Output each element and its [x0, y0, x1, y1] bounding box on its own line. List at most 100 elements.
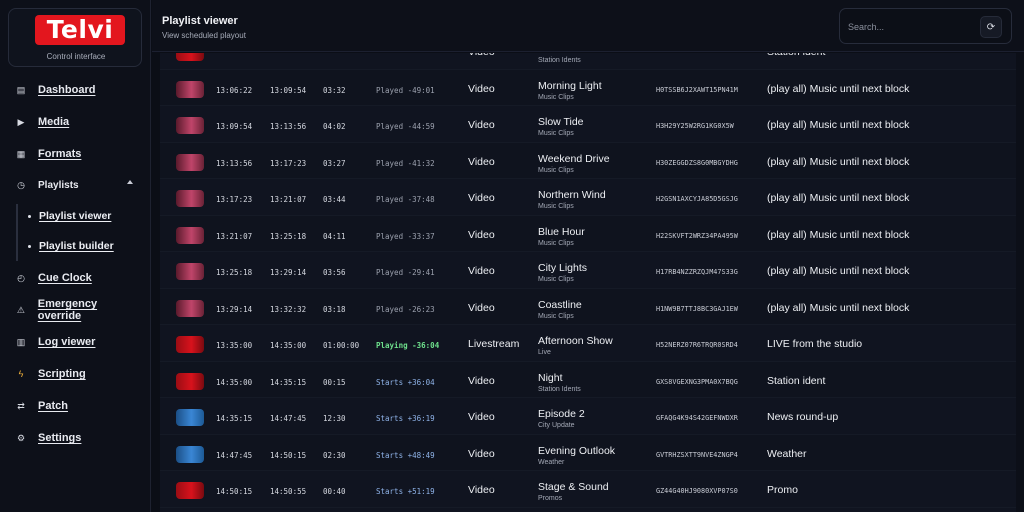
end-time: 13:09:54 — [270, 85, 307, 95]
playlist-row[interactable]: Video Riverside Station Idents Station i… — [160, 53, 1024, 70]
media-category: Music Clips — [538, 312, 574, 320]
thumbnail — [176, 190, 204, 207]
status: Played -37:48 — [376, 195, 435, 204]
media-type: Video — [468, 192, 495, 204]
playlist-row[interactable]: 13:35:00 14:35:00 01:00:00 Playing -36:0… — [160, 325, 1024, 362]
status: Played -41:32 — [376, 158, 435, 168]
bullet-icon — [28, 244, 31, 248]
media-title: Episode 2 — [538, 408, 585, 420]
description: Weather — [767, 447, 807, 460]
refresh-button[interactable]: ⟳ — [980, 16, 1002, 38]
sidebar-item-settings[interactable]: ⚙ Settings — [16, 428, 141, 448]
media-category: Music Clips — [538, 166, 574, 174]
media-category: Music Clips — [538, 276, 574, 283]
media-id: H52NERZ07R6TRQR0SRD4 — [656, 341, 738, 349]
scrollbar[interactable] — [1016, 53, 1024, 512]
log-icon: ▥ — [16, 336, 26, 347]
sidebar-item-media[interactable]: ▶ Media — [16, 112, 141, 132]
start-time: 14:50:15 — [216, 487, 253, 496]
media-id: H0TSSB6J2XAWT15PN41M — [656, 85, 738, 94]
thumbnail — [176, 263, 204, 280]
warning-icon: ⚠ — [16, 304, 25, 315]
playlist-row[interactable]: 14:50:15 14:50:55 00:40 Starts +51:19 Vi… — [160, 471, 1024, 508]
description: (play all) Music until next block — [767, 192, 910, 204]
media-category: Station Idents — [538, 385, 581, 393]
thumbnail — [176, 445, 204, 463]
media-title: Weekend Drive — [538, 152, 610, 165]
media-type: Video — [468, 82, 495, 95]
search-input[interactable] — [848, 19, 968, 35]
status: Played -49:01 — [376, 85, 435, 95]
sidebar-item-label: Emergency override — [37, 298, 98, 322]
media-category: Music Clips — [538, 130, 574, 137]
dashboard-icon: ▤ — [16, 84, 26, 95]
playlist-row[interactable]: 13:29:14 13:32:32 03:18 Played -26:23 Vi… — [160, 288, 1024, 325]
start-time: 14:35:00 — [216, 377, 253, 387]
sidebar-item-label: Cue Clock — [38, 272, 92, 284]
patch-icon: ⇄ — [17, 400, 25, 411]
media-id: GZ44G40HJ9080XVP07S0 — [656, 487, 738, 495]
duration: 03:18 — [323, 304, 346, 314]
start-time: 13:13:56 — [216, 158, 253, 168]
playlist-row[interactable]: 14:35:15 14:47:45 12:30 Starts +36:19 Vi… — [160, 398, 1024, 435]
sidebar-item-playlists[interactable]: ◷ Playlists — [16, 175, 141, 195]
sidebar-item-emergency-override[interactable]: ⚠ Emergency override — [16, 298, 141, 322]
description: Station ident — [767, 53, 825, 58]
submenu-line — [16, 204, 18, 261]
playlist-row[interactable]: 13:21:07 13:25:18 04:11 Played -33:37 Vi… — [160, 215, 1024, 252]
playlist-row[interactable]: 13:25:18 13:29:14 03:56 Played -29:41 Vi… — [160, 252, 1024, 289]
playlist-row[interactable]: 14:47:45 14:50:15 02:30 Starts +48:49 Vi… — [160, 434, 1024, 471]
playlist-row[interactable]: 14:35:00 14:35:15 00:15 Starts +36:04 Vi… — [160, 361, 1024, 398]
playlist-row[interactable]: 13:06:22 13:09:54 03:32 Played -49:01 Vi… — [160, 69, 1024, 106]
media-id: H3H29Y25W2RG1KG0X5W — [656, 122, 734, 130]
sidebar-item-label: Dashboard — [38, 84, 96, 96]
playlist-rows: Video Riverside Station Idents Station i… — [160, 53, 1024, 508]
status: Played -29:41 — [376, 268, 435, 277]
sidebar-item-dashboard[interactable]: ▤ Dashboard — [16, 80, 141, 100]
media-type: Video — [468, 301, 495, 314]
playlist-row[interactable]: 13:13:56 13:17:23 03:27 Played -41:32 Vi… — [160, 142, 1024, 179]
media-title: Afternoon Show — [538, 335, 613, 347]
duration: 04:11 — [323, 231, 346, 241]
sidebar-subitem-playlist-viewer[interactable]: Playlist viewer — [28, 207, 111, 225]
end-time: 14:35:15 — [270, 377, 307, 387]
thumbnail — [176, 153, 204, 171]
search-box: ⟳ — [839, 8, 1012, 44]
media-title: Riverside — [538, 53, 582, 55]
sidebar-item-formats[interactable]: ▦ Formats — [16, 144, 141, 164]
duration: 03:44 — [323, 195, 346, 204]
thumbnail — [176, 372, 204, 390]
end-time: 13:29:14 — [270, 268, 307, 277]
logo-subtitle: Control interface — [46, 52, 106, 61]
chevron-up-icon — [127, 180, 133, 184]
media-category: Music Clips — [538, 93, 574, 101]
thumbnail — [176, 299, 204, 317]
page-subtitle: View scheduled playout — [162, 31, 246, 40]
sidebar-item-scripting[interactable]: ϟ Scripting — [16, 364, 141, 384]
status: Playing -36:04 — [376, 341, 440, 350]
duration: 02:30 — [323, 450, 346, 460]
start-time: 13:29:14 — [216, 304, 253, 314]
thumbnail — [176, 117, 204, 134]
media-title: Northern Wind — [538, 189, 606, 201]
sidebar-subitem-playlist-builder[interactable]: Playlist builder — [28, 237, 114, 255]
sidebar-item-patch[interactable]: ⇄ Patch — [16, 396, 141, 416]
thumbnail — [176, 53, 204, 61]
start-time: 13:21:07 — [216, 231, 253, 241]
thumbnail — [176, 80, 204, 98]
start-time: 13:25:18 — [216, 268, 253, 277]
sidebar-item-log-viewer[interactable]: ▥ Log viewer — [16, 332, 141, 352]
sidebar: Telvi Control interface ▤ Dashboard ▶ Me… — [0, 0, 151, 512]
sidebar-item-label: Scripting — [38, 368, 86, 380]
media-type: Video — [468, 374, 495, 387]
playlist-row[interactable]: 13:09:54 13:13:56 04:02 Played -44:59 Vi… — [160, 106, 1024, 143]
playlist-row[interactable]: 13:17:23 13:21:07 03:44 Played -37:48 Vi… — [160, 179, 1024, 216]
media-type: Video — [468, 411, 495, 423]
start-time: 13:17:23 — [216, 195, 253, 204]
description: News round-up — [767, 411, 839, 423]
start-time: 14:47:45 — [216, 450, 253, 460]
end-time: 13:17:23 — [270, 158, 307, 168]
page-header: Playlist viewer View scheduled playout ⟳ — [152, 0, 1024, 52]
sidebar-item-cue-clock[interactable]: ◴ Cue Clock — [16, 268, 141, 288]
bullet-icon — [28, 214, 31, 218]
